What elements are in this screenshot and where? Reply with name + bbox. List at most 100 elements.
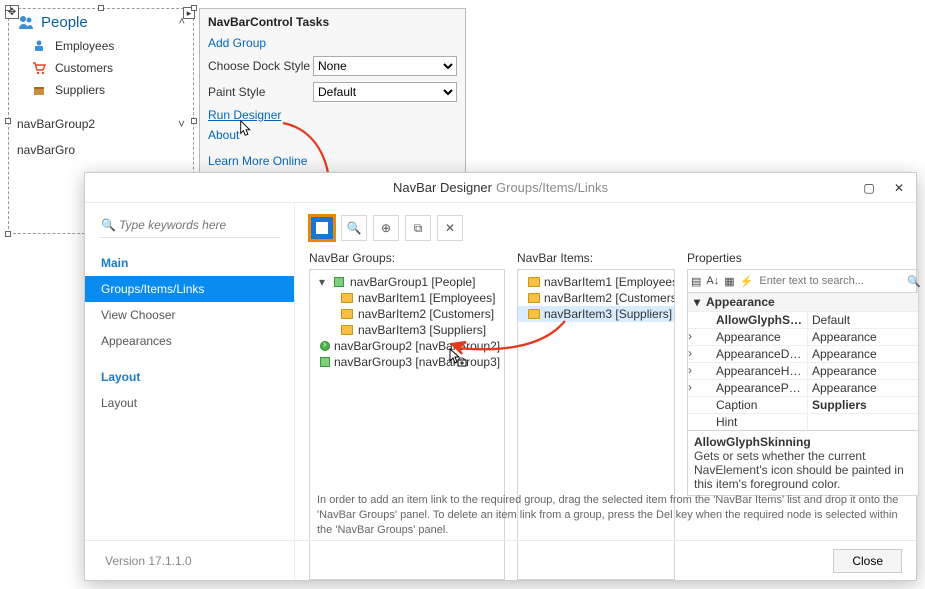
tree-node-label: navBarItem3 [Suppliers] <box>358 323 486 337</box>
tree-node-label: navBarGroup2 [navBarGroup2] <box>334 339 500 353</box>
prop-value[interactable]: Appearance <box>808 363 918 379</box>
list-item[interactable]: navBarItem1 [Employees] <box>518 274 674 290</box>
prop-row[interactable]: ›AppearanceDisabledAppearance <box>688 345 918 362</box>
prop-events-icon[interactable]: ⚡ <box>739 272 755 290</box>
nav-item-employees[interactable]: Employees <box>9 35 193 57</box>
prop-value[interactable]: Default <box>808 312 918 328</box>
close-button[interactable]: ✕ <box>888 177 910 199</box>
prop-key: AllowGlyphSkinning <box>698 312 808 328</box>
sidebar-item-viewchooser[interactable]: View Chooser <box>85 302 294 328</box>
nav-item-suppliers[interactable]: Suppliers <box>9 79 193 101</box>
list-item-label: navBarItem1 [Employees] <box>544 275 675 289</box>
resize-handle[interactable] <box>98 5 104 11</box>
cart-icon <box>31 60 47 76</box>
sidebar-search-input[interactable] <box>117 217 278 233</box>
maximize-button[interactable]: ▢ <box>858 177 880 199</box>
version-label: Version 17.1.1.0 <box>99 554 833 568</box>
tree-node-label: navBarItem1 [Employees] <box>358 291 495 305</box>
toolbar-btn-search[interactable]: 🔍 <box>341 215 367 241</box>
property-grid[interactable]: ▾Appearance AllowGlyphSkinningDefault ›A… <box>687 292 919 431</box>
prop-value[interactable] <box>808 414 918 430</box>
close-button[interactable]: Close <box>833 549 902 573</box>
designer-footer: Version 17.1.1.0 Close <box>85 540 916 580</box>
run-designer-label: Run Designer <box>208 108 281 122</box>
paint-style-label: Paint Style <box>208 85 313 99</box>
resize-handle[interactable] <box>5 5 11 11</box>
sidebar-item-groups[interactable]: Groups/Items/Links <box>85 276 294 302</box>
sidebar-header-layout: Layout <box>85 360 294 390</box>
tree-node-group2-droptarget[interactable]: navBarGroup2 [navBarGroup2] <box>310 338 504 354</box>
tree-node-item[interactable]: navBarItem3 [Suppliers] <box>310 322 504 338</box>
sidebar-item-layout[interactable]: Layout <box>85 390 294 416</box>
navbar-group3[interactable]: navBarGro <box>9 137 193 163</box>
toolbar-btn-save[interactable] <box>309 215 335 241</box>
tree-node-item[interactable]: navBarItem2 [Customers] <box>310 306 504 322</box>
prop-alpha-icon[interactable]: A↓ <box>705 272 720 290</box>
navbar-group-people[interactable]: People ˄ <box>9 9 193 35</box>
resize-handle[interactable] <box>5 231 11 237</box>
designer-hint-text: In order to add an item link to the requ… <box>85 483 916 538</box>
prop-key: AppearancePressed <box>698 380 808 396</box>
prop-row[interactable]: ›AppearanceHotTrackedAppearance <box>688 362 918 379</box>
prop-value[interactable]: Appearance <box>808 380 918 396</box>
resize-handle[interactable] <box>191 118 197 124</box>
search-icon[interactable]: 🔍 <box>906 272 922 290</box>
group-title: People <box>41 14 179 31</box>
sidebar-header-main: Main <box>85 246 294 276</box>
tree-node-group3[interactable]: navBarGroup3 [navBarGroup3] <box>310 354 504 370</box>
properties-toolbar: ▤ A↓ ▦ ⚡ 🔍 <box>687 269 919 292</box>
tree-node-group1[interactable]: ▾navBarGroup1 [People] <box>310 274 504 290</box>
box-icon <box>31 82 47 98</box>
nav-item-label: Customers <box>55 61 113 75</box>
tree-node-label: navBarItem2 [Customers] <box>358 307 494 321</box>
toolbar-btn-clone[interactable]: ⧉ <box>405 215 431 241</box>
learn-more-link[interactable]: Learn More Online <box>208 151 457 171</box>
sidebar-item-appearances[interactable]: Appearances <box>85 328 294 354</box>
titlebar[interactable]: NavBar Designer Groups/Items/Links ▢ ✕ <box>85 173 916 203</box>
list-item-label: navBarItem3 [Suppliers] <box>544 307 672 321</box>
people-icon <box>17 13 35 31</box>
prop-row[interactable]: CaptionSuppliers <box>688 396 918 413</box>
prop-value[interactable]: Appearance <box>808 329 918 345</box>
toolbar-btn-delete[interactable]: ✕ <box>437 215 463 241</box>
prop-row[interactable]: AllowGlyphSkinningDefault <box>688 311 918 328</box>
tree-node-item[interactable]: navBarItem1 [Employees] <box>310 290 504 306</box>
chevron-down-icon: ˅ <box>178 117 185 131</box>
list-item[interactable]: navBarItem2 [Customers] <box>518 290 674 306</box>
prop-category[interactable]: ▾Appearance <box>688 293 918 311</box>
tree-node-label: navBarGroup1 [People] <box>350 275 475 289</box>
search-icon: 🔍 <box>101 218 117 232</box>
list-item-selected[interactable]: navBarItem3 [Suppliers] <box>518 306 674 322</box>
resize-handle[interactable] <box>191 5 197 11</box>
window-title: NavBar Designer <box>393 180 492 195</box>
resize-handle[interactable] <box>5 118 11 124</box>
navbar-group2[interactable]: navBarGroup2 ˅ <box>9 111 193 137</box>
sidebar-search[interactable]: 🔍 <box>99 217 280 238</box>
properties-search-input[interactable] <box>757 274 903 288</box>
dock-style-select[interactable]: None <box>313 56 457 76</box>
prop-categorized-icon[interactable]: ▤ <box>690 272 702 290</box>
add-group-link[interactable]: Add Group <box>208 33 457 53</box>
employee-icon <box>31 38 47 54</box>
toolbar-btn-add[interactable]: ⊕ <box>373 215 399 241</box>
group-title: navBarGro <box>17 143 75 157</box>
items-panel-label: NavBar Items: <box>517 251 675 265</box>
prop-value[interactable]: Appearance <box>808 346 918 362</box>
nav-item-label: Suppliers <box>55 83 105 97</box>
nav-item-label: Employees <box>55 39 114 53</box>
prop-value[interactable]: Suppliers <box>808 397 918 413</box>
prop-row[interactable]: ›AppearancePressedAppearance <box>688 379 918 396</box>
prop-row[interactable]: Hint <box>688 413 918 430</box>
prop-desc-name: AllowGlyphSkinning <box>694 435 912 449</box>
window-subtitle: Groups/Items/Links <box>496 180 608 195</box>
prop-key: Appearance <box>698 329 808 345</box>
properties-panel-label: Properties <box>687 251 919 265</box>
run-designer-link[interactable]: Run Designer <box>208 105 457 125</box>
prop-filter-icon[interactable]: ▦ <box>723 272 735 290</box>
nav-item-customers[interactable]: Customers <box>9 57 193 79</box>
tasks-title: NavBarControl Tasks <box>208 15 457 29</box>
prop-row[interactable]: ›AppearanceAppearance <box>688 328 918 345</box>
prop-category-label: Appearance <box>706 295 775 309</box>
paint-style-select[interactable]: Default <box>313 82 457 102</box>
about-link[interactable]: About <box>208 125 457 145</box>
